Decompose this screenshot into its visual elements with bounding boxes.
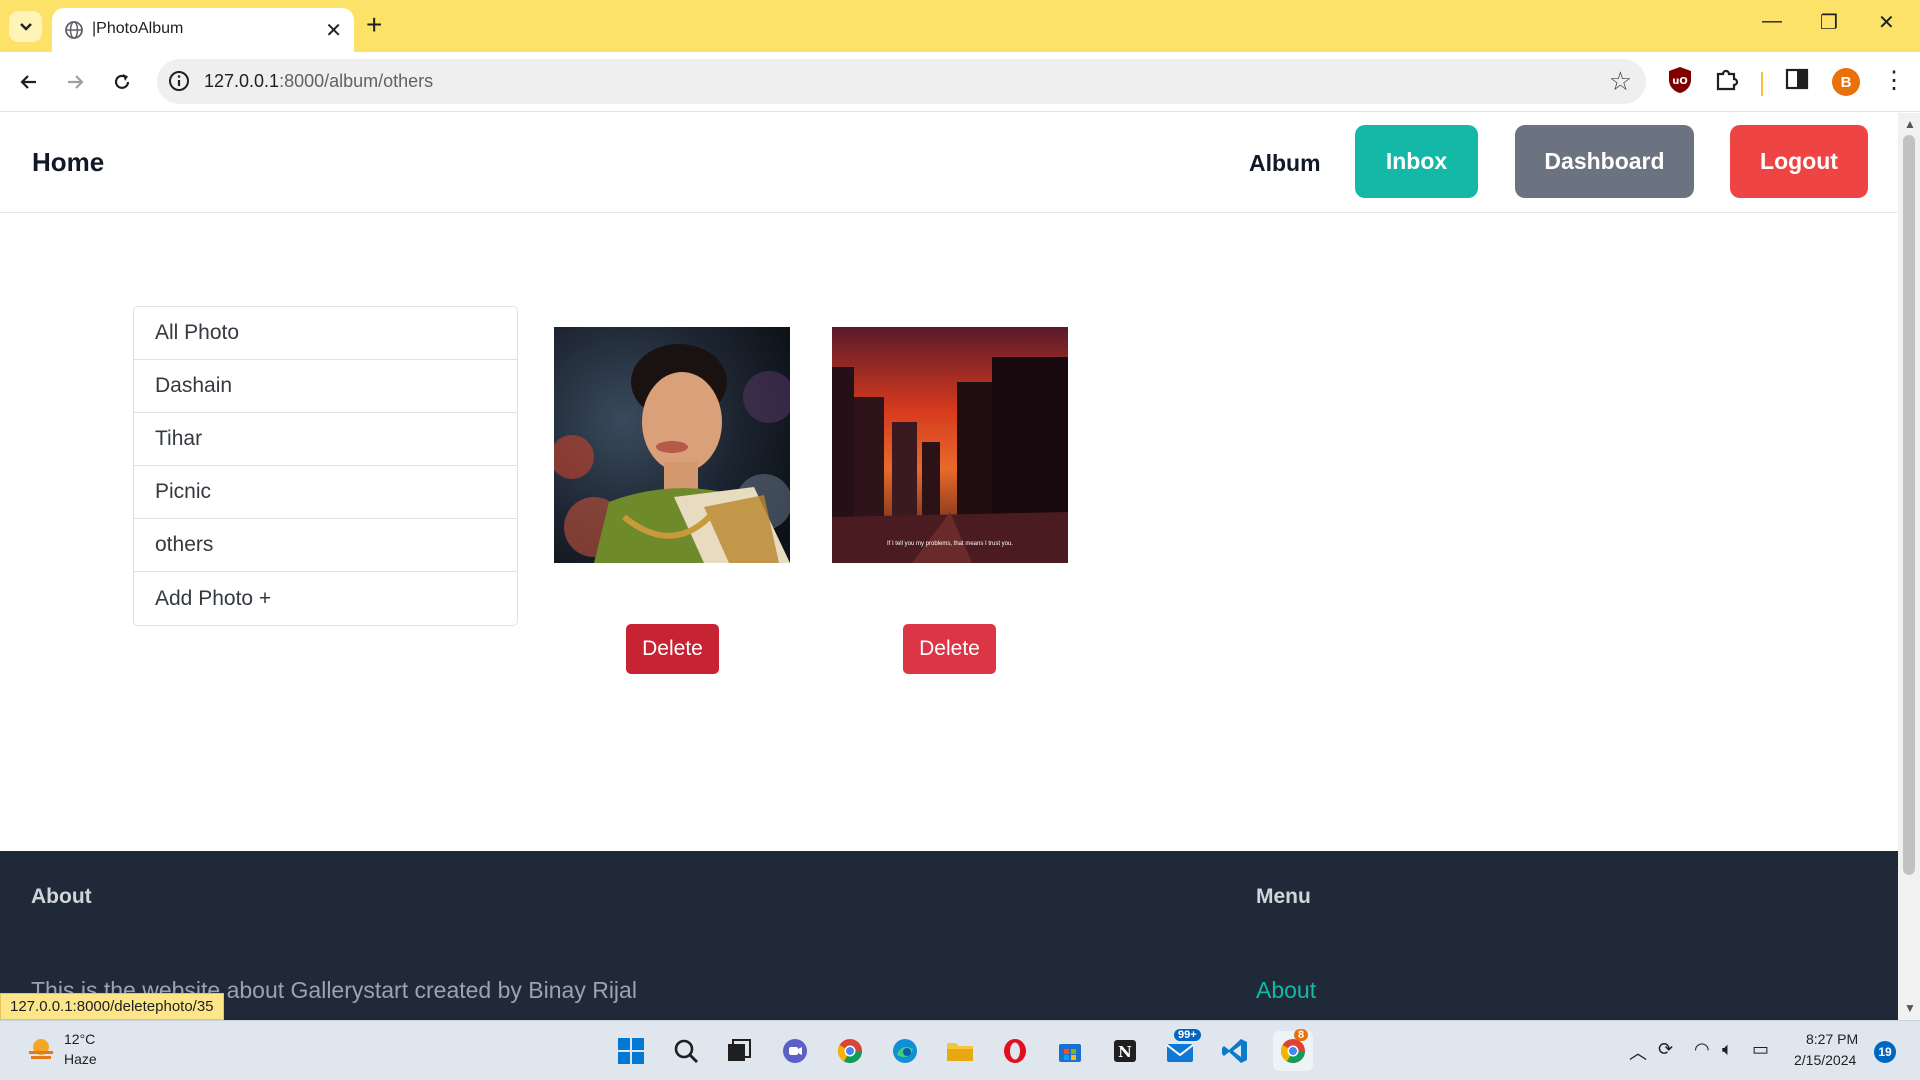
browser-menu-icon[interactable]: ⋮: [1882, 66, 1906, 96]
link-status-bubble: 127.0.0.1:8000/deletephoto/35: [0, 993, 224, 1020]
url-path: :8000/album/others: [279, 71, 434, 91]
notion-icon[interactable]: N: [1108, 1034, 1142, 1068]
battery-icon[interactable]: ▭: [1752, 1039, 1769, 1060]
scroll-down-icon[interactable]: ▼: [1904, 1001, 1916, 1015]
bookmark-star-icon[interactable]: ☆: [1609, 66, 1632, 97]
ublock-extension-icon[interactable]: uO: [1668, 66, 1692, 99]
inbox-button[interactable]: Inbox: [1355, 125, 1478, 198]
scrollbar-thumb[interactable]: [1903, 135, 1915, 875]
restore-icon[interactable]: ❐: [1820, 10, 1838, 35]
url-host: 127.0.0.1: [204, 71, 280, 91]
address-bar[interactable]: 127.0.0.1:8000/album/others ☆: [157, 59, 1646, 104]
globe-icon: [65, 21, 83, 39]
show-hidden-icons-chevron[interactable]: ︿: [1629, 1039, 1647, 1065]
clock-time[interactable]: 8:27 PM: [1806, 1031, 1858, 1047]
notification-count-badge[interactable]: 19: [1874, 1041, 1896, 1063]
clock-date[interactable]: 2/15/2024: [1794, 1052, 1856, 1068]
opera-icon[interactable]: [998, 1034, 1032, 1068]
url-text: 127.0.0.1:8000/album/others: [204, 71, 433, 92]
album-list: All Photo Dashain Tihar Picnic others Ad…: [133, 306, 518, 626]
volume-icon[interactable]: 🔈︎: [1722, 1039, 1733, 1060]
weather-haze-icon[interactable]: [26, 1035, 56, 1065]
weather-description: Haze: [64, 1051, 97, 1067]
album-link[interactable]: Album: [1249, 150, 1321, 177]
dashboard-button[interactable]: Dashboard: [1515, 125, 1694, 198]
file-explorer-icon[interactable]: [943, 1034, 977, 1068]
album-item-all-photo[interactable]: All Photo: [134, 307, 517, 360]
extensions-puzzle-icon[interactable]: [1714, 66, 1740, 97]
footer-menu-heading: Menu: [1256, 885, 1311, 908]
album-item-others[interactable]: others: [134, 519, 517, 572]
close-window-icon[interactable]: ✕: [1878, 10, 1895, 35]
logout-button[interactable]: Logout: [1730, 125, 1868, 198]
mail-unread-badge: 99+: [1174, 1029, 1201, 1041]
svg-text:uO: uO: [1672, 76, 1688, 87]
arrow-left-icon: [20, 75, 36, 89]
album-item-dashain[interactable]: Dashain: [134, 360, 517, 413]
microsoft-store-icon[interactable]: [1053, 1034, 1087, 1068]
photo-caption: If I tell you my problems, that means I …: [886, 541, 1014, 547]
teams-chat-icon[interactable]: [778, 1034, 812, 1068]
sync-status-icon[interactable]: ⟳: [1658, 1039, 1673, 1060]
browser-tab[interactable]: |PhotoAlbum ✕: [52, 8, 354, 52]
windows-taskbar: 12°C Haze N 99+ 8 ︿ ⟳ ◠ 🔈︎ ▭ 8:27 PM 2/1…: [0, 1020, 1920, 1080]
chrome-profile-badge: 8: [1294, 1029, 1309, 1041]
wifi-icon[interactable]: ◠: [1694, 1039, 1710, 1060]
back-button[interactable]: [13, 66, 45, 98]
profile-avatar[interactable]: B: [1832, 68, 1860, 96]
scroll-up-icon[interactable]: ▲: [1904, 117, 1916, 131]
tab-title: |PhotoAlbum: [92, 20, 184, 37]
tab-close-icon[interactable]: ✕: [325, 18, 342, 43]
site-navbar: Home Album Inbox Dashboard Logout: [0, 113, 1898, 213]
city-sunset-photo-image: [832, 327, 1068, 563]
delete-photo-button[interactable]: Delete: [626, 624, 719, 674]
site-footer: About Menu This is the website about Gal…: [0, 851, 1898, 1020]
weather-temperature: 12°C: [64, 1031, 96, 1047]
photo-thumbnail: If I tell you my problems, that means I …: [832, 327, 1068, 563]
svg-text:N: N: [1118, 1043, 1132, 1061]
album-item-picnic[interactable]: Picnic: [134, 466, 517, 519]
vscode-icon[interactable]: [1218, 1034, 1252, 1068]
search-icon[interactable]: [669, 1034, 703, 1068]
page-viewport: Home Album Inbox Dashboard Logout All Ph…: [0, 113, 1898, 1020]
chevron-down-icon: [19, 22, 32, 31]
tab-search-button[interactable]: [9, 11, 42, 42]
reload-icon: [114, 74, 130, 89]
album-item-tihar[interactable]: Tihar: [134, 413, 517, 466]
footer-about-heading: About: [31, 885, 92, 908]
new-tab-button[interactable]: +: [366, 9, 382, 41]
windows-start-icon[interactable]: [614, 1034, 648, 1068]
edge-icon[interactable]: [888, 1034, 922, 1068]
footer-about-link[interactable]: About: [1256, 977, 1316, 1004]
browser-toolbar: 127.0.0.1:8000/album/others ☆ uO: [0, 52, 1920, 112]
chrome-icon[interactable]: [833, 1034, 867, 1068]
add-photo-link[interactable]: Add Photo +: [134, 572, 517, 625]
arrow-right-icon: [68, 75, 84, 89]
tab-strip: |PhotoAlbum ✕ + — ❐ ✕: [0, 0, 1920, 52]
forward-button[interactable]: [59, 66, 91, 98]
toolbar-divider: [1760, 72, 1764, 101]
side-panel-icon[interactable]: [1784, 66, 1810, 97]
page-scrollbar[interactable]: ▲ ▼: [1898, 113, 1920, 1020]
site-info-icon[interactable]: [167, 69, 191, 93]
task-view-icon[interactable]: [722, 1034, 756, 1068]
home-link[interactable]: Home: [32, 147, 104, 178]
delete-photo-button[interactable]: Delete: [903, 624, 996, 674]
reload-button[interactable]: [106, 66, 138, 98]
minimize-icon[interactable]: —: [1762, 10, 1782, 33]
photo-thumbnail: [554, 327, 790, 563]
portrait-photo-image: [554, 327, 790, 563]
